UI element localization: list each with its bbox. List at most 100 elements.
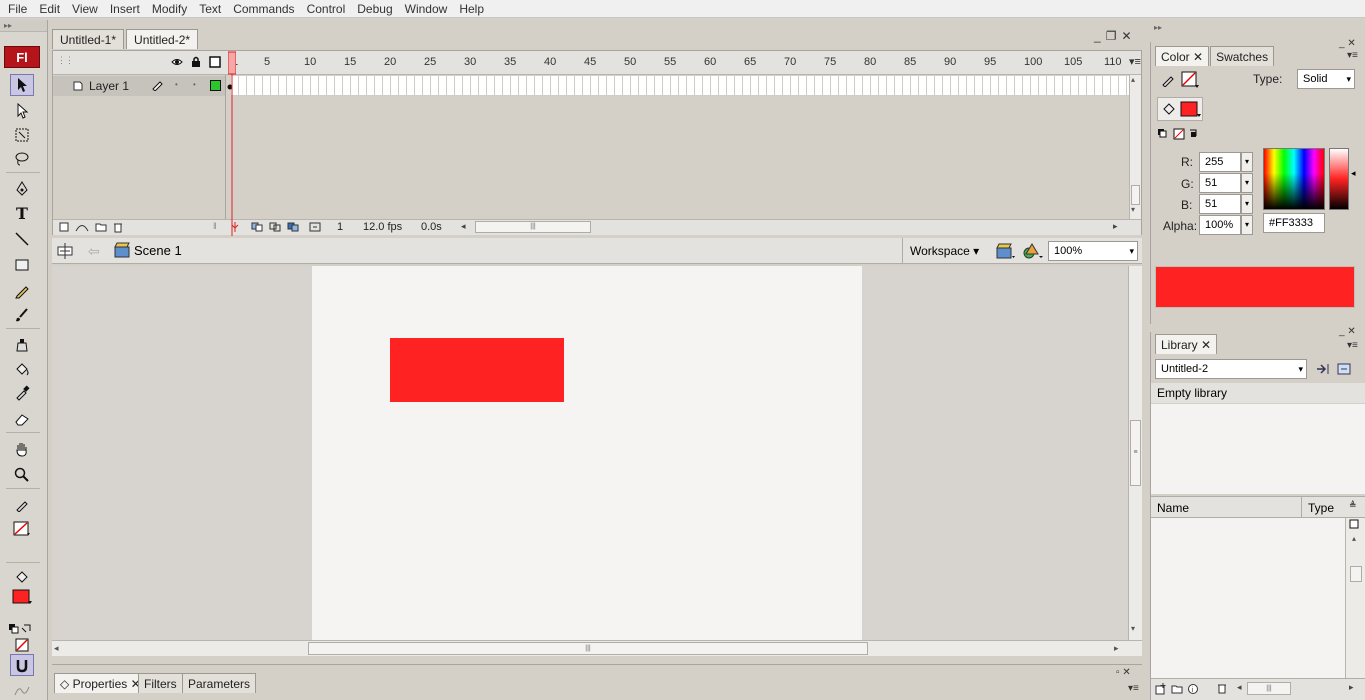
brush-tool-icon[interactable] bbox=[10, 304, 34, 326]
library-dropdown-icon[interactable]: ▾ bbox=[1298, 360, 1303, 378]
edit-multiple-frames-icon[interactable] bbox=[287, 222, 301, 232]
eraser-tool-icon[interactable] bbox=[10, 408, 34, 430]
timeline-options-icon[interactable]: ▾≡ bbox=[1129, 55, 1141, 68]
tab-untitled-1[interactable]: Untitled-1* bbox=[52, 29, 125, 49]
minimize-icon[interactable]: _ bbox=[1094, 29, 1106, 43]
lasso-tool-icon[interactable] bbox=[10, 148, 34, 170]
col-name[interactable]: Name bbox=[1157, 501, 1189, 515]
back-arrow-icon[interactable]: ⇦ bbox=[88, 243, 100, 260]
selection-tool-icon[interactable] bbox=[10, 74, 34, 96]
edit-layer-pencil-icon[interactable] bbox=[151, 79, 165, 91]
library-panel-options-icon[interactable]: ▾≡ bbox=[1347, 340, 1358, 351]
menu-edit[interactable]: Edit bbox=[33, 0, 66, 18]
scroll-down-icon[interactable]: ▾ bbox=[1131, 205, 1135, 214]
r-field[interactable]: 255 bbox=[1199, 152, 1241, 172]
library-panel-close-icon[interactable]: _ ✕ bbox=[1339, 326, 1356, 337]
menu-help[interactable]: Help bbox=[453, 0, 490, 18]
scroll-right-icon[interactable]: ▸ bbox=[1113, 221, 1118, 232]
g-field[interactable]: 51 bbox=[1199, 173, 1241, 193]
library-properties-icon[interactable]: i bbox=[1187, 683, 1199, 695]
type-dropdown-icon[interactable]: ▾ bbox=[1346, 70, 1351, 88]
alpha-dropdown-icon[interactable]: ▾ bbox=[1241, 215, 1253, 235]
timeline-grip-icon[interactable]: ⋮⋮ bbox=[57, 55, 74, 66]
rectangle-tool-icon[interactable] bbox=[10, 254, 34, 276]
brightness-slider-arrow-icon[interactable]: ◂ bbox=[1351, 168, 1356, 179]
properties-window-buttons[interactable]: ▫ ✕ bbox=[1116, 667, 1131, 678]
timeline-divider[interactable] bbox=[225, 75, 226, 219]
timeline-hscroll-thumb[interactable]: ||| bbox=[475, 221, 591, 233]
no-color-icon[interactable] bbox=[10, 634, 34, 656]
library-vscroll-thumb[interactable] bbox=[1350, 566, 1362, 582]
restore-icon[interactable]: ❐ bbox=[1106, 29, 1122, 43]
stroke-color-pencil-icon[interactable] bbox=[10, 494, 34, 516]
menu-debug[interactable]: Debug bbox=[351, 0, 398, 18]
stage-vscroll-thumb[interactable]: ≡ bbox=[1130, 420, 1141, 486]
new-symbol-icon[interactable] bbox=[1155, 683, 1167, 695]
fill-swatch-box[interactable] bbox=[1157, 97, 1203, 121]
outline-layers-icon[interactable] bbox=[209, 56, 221, 68]
timeline-vertical-scrollbar[interactable]: ▴ ▾ bbox=[1129, 75, 1141, 219]
line-tool-icon[interactable] bbox=[10, 228, 34, 250]
menu-text[interactable]: Text bbox=[193, 0, 227, 18]
menu-file[interactable]: File bbox=[2, 0, 33, 18]
frame-rate[interactable]: 12.0 fps bbox=[363, 221, 402, 233]
timeline-vscroll-thumb[interactable] bbox=[1131, 185, 1140, 205]
onion-skin-outlines-icon[interactable] bbox=[269, 222, 283, 232]
frame-cells[interactable] bbox=[231, 76, 1129, 96]
menu-view[interactable]: View bbox=[66, 0, 104, 18]
dock-grip-icon[interactable]: ▸▸ bbox=[1150, 20, 1365, 36]
pencil-tool-icon[interactable] bbox=[10, 280, 34, 302]
g-dropdown-icon[interactable]: ▾ bbox=[1241, 173, 1253, 193]
hand-tool-icon[interactable] bbox=[10, 438, 34, 460]
col-type[interactable]: Type bbox=[1308, 501, 1334, 515]
zoom-tool-icon[interactable] bbox=[10, 464, 34, 486]
r-dropdown-icon[interactable]: ▾ bbox=[1241, 152, 1253, 172]
layer-visibility-dot[interactable]: • bbox=[175, 80, 178, 89]
sort-order-icon[interactable]: ≜ bbox=[1349, 500, 1357, 511]
paint-bucket-tool-icon[interactable] bbox=[10, 358, 34, 380]
stage-hscroll-thumb[interactable]: ||| bbox=[308, 642, 868, 655]
timeline-toggle-icon[interactable] bbox=[56, 242, 74, 260]
onion-skin-icon[interactable] bbox=[251, 222, 265, 232]
stage-scroll-right-icon[interactable]: ▸ bbox=[1114, 643, 1119, 654]
menu-window[interactable]: Window bbox=[399, 0, 454, 18]
subselection-tool-icon[interactable] bbox=[10, 100, 34, 122]
pasteboard[interactable] bbox=[52, 266, 1128, 640]
add-motion-guide-icon[interactable] bbox=[75, 222, 89, 232]
library-hscroll-thumb[interactable]: ||| bbox=[1247, 682, 1291, 695]
layer-row[interactable]: Layer 1 • • bbox=[53, 76, 1141, 96]
new-layer-icon[interactable] bbox=[59, 222, 69, 232]
layer-outline-color-icon[interactable] bbox=[210, 80, 221, 91]
fill-color-swatch[interactable] bbox=[10, 586, 34, 608]
stroke-color-swatch[interactable] bbox=[10, 518, 34, 540]
color-panel-close-icon[interactable]: _ ✕ bbox=[1339, 38, 1356, 49]
color-mode-icons[interactable] bbox=[1157, 128, 1205, 140]
tab-properties[interactable]: ◇ Properties ✕ bbox=[54, 673, 147, 693]
stage[interactable] bbox=[312, 266, 862, 640]
show-hide-layers-eye-icon[interactable] bbox=[171, 56, 183, 68]
layer-lock-dot[interactable]: • bbox=[193, 80, 196, 89]
edit-symbols-icon[interactable] bbox=[1022, 242, 1044, 260]
color-panel-options-icon[interactable]: ▾≡ bbox=[1347, 50, 1358, 61]
tab-filters[interactable]: Filters bbox=[138, 673, 183, 693]
tab-parameters[interactable]: Parameters bbox=[182, 673, 257, 693]
scroll-left-icon[interactable]: ◂ bbox=[461, 221, 466, 232]
free-transform-tool-icon[interactable] bbox=[10, 124, 34, 146]
stage-scroll-left-icon[interactable]: ◂ bbox=[54, 643, 59, 654]
tab-library[interactable]: Library ✕ bbox=[1155, 334, 1218, 354]
library-document-select[interactable]: Untitled-2 ▾ bbox=[1155, 359, 1307, 379]
new-library-panel-icon[interactable] bbox=[1337, 362, 1353, 376]
fill-bucket-icon[interactable] bbox=[10, 566, 34, 588]
pin-library-icon[interactable] bbox=[1315, 362, 1331, 376]
stroke-swatch[interactable] bbox=[1181, 71, 1201, 89]
delete-layer-icon[interactable] bbox=[113, 221, 123, 233]
wide-state-icon[interactable] bbox=[1349, 519, 1359, 529]
library-scroll-right-icon[interactable]: ▸ bbox=[1349, 682, 1354, 693]
tab-swatches[interactable]: Swatches bbox=[1210, 46, 1275, 66]
library-vertical-scrollbar[interactable]: ▴ bbox=[1345, 518, 1365, 678]
stage-vertical-scrollbar[interactable]: ≡ ▾ bbox=[1128, 266, 1142, 640]
smooth-icon[interactable] bbox=[10, 680, 34, 700]
menu-control[interactable]: Control bbox=[301, 0, 352, 18]
zoom-dropdown-icon[interactable]: ▾ bbox=[1129, 242, 1134, 260]
library-item-list[interactable] bbox=[1151, 518, 1345, 678]
